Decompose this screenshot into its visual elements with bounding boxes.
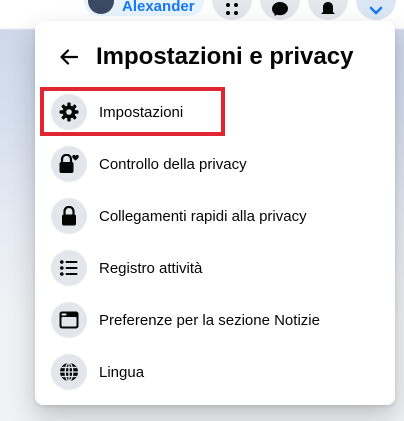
menu-item-settings[interactable]: Impostazioni	[43, 86, 387, 138]
menu-item-label: Lingua	[99, 363, 145, 381]
menu-item-label: Impostazioni	[99, 103, 184, 121]
profile-shortcut[interactable]: Alexander	[84, 0, 204, 16]
menu-item-icon	[51, 94, 87, 130]
menu-item-label: Registro attività	[99, 259, 203, 277]
menu-item-icon	[51, 146, 87, 182]
menu-item-label: Preferenze per la sezione Notizie	[99, 311, 320, 329]
account-chevron-icon	[369, 6, 383, 15]
menu-item-news-feed-preferences[interactable]: Preferenze per la sezione Notizie	[43, 294, 387, 346]
settings-privacy-menu: Impostazioni e privacy Impostazioni Cont…	[35, 21, 395, 405]
messenger-button[interactable]	[260, 0, 300, 20]
arrow-left-icon	[60, 49, 78, 65]
menu-title: Impostazioni e privacy	[96, 43, 354, 70]
menu-header: Impostazioni e privacy	[35, 21, 395, 91]
menu-item-language[interactable]: Lingua	[43, 346, 387, 398]
menu-item-icon	[51, 198, 87, 234]
menu-item-icon	[51, 250, 87, 286]
menu-item-label: Collegamenti rapidi alla privacy	[99, 207, 307, 225]
notifications-button[interactable]	[308, 0, 348, 20]
menu-item-activity-log[interactable]: Registro attività	[43, 242, 387, 294]
messenger-icon	[272, 2, 288, 16]
back-button[interactable]	[51, 39, 87, 75]
gear-icon	[59, 102, 79, 122]
account-button[interactable]	[356, 0, 396, 20]
profile-name: Alexander	[122, 0, 195, 15]
lock-heart-icon	[59, 154, 79, 173]
menu-item-privacy-checkup[interactable]: Controllo della privacy	[43, 138, 387, 190]
list-icon	[60, 260, 78, 276]
menu-grid-icon	[226, 3, 238, 15]
notifications-bell-icon	[321, 2, 335, 14]
menu-grid-button[interactable]	[212, 0, 252, 20]
menu-item-label: Controllo della privacy	[99, 155, 247, 173]
menu-item-privacy-shortcuts[interactable]: Collegamenti rapidi alla privacy	[43, 190, 387, 242]
menu-item-icon	[51, 354, 87, 390]
menu-list: Impostazioni Controllo della privacy Col…	[43, 86, 387, 398]
globe-icon	[60, 362, 78, 382]
lock-icon	[62, 206, 76, 226]
menu-item-icon	[51, 302, 87, 338]
news-feed-icon	[59, 311, 79, 329]
avatar	[88, 0, 114, 14]
